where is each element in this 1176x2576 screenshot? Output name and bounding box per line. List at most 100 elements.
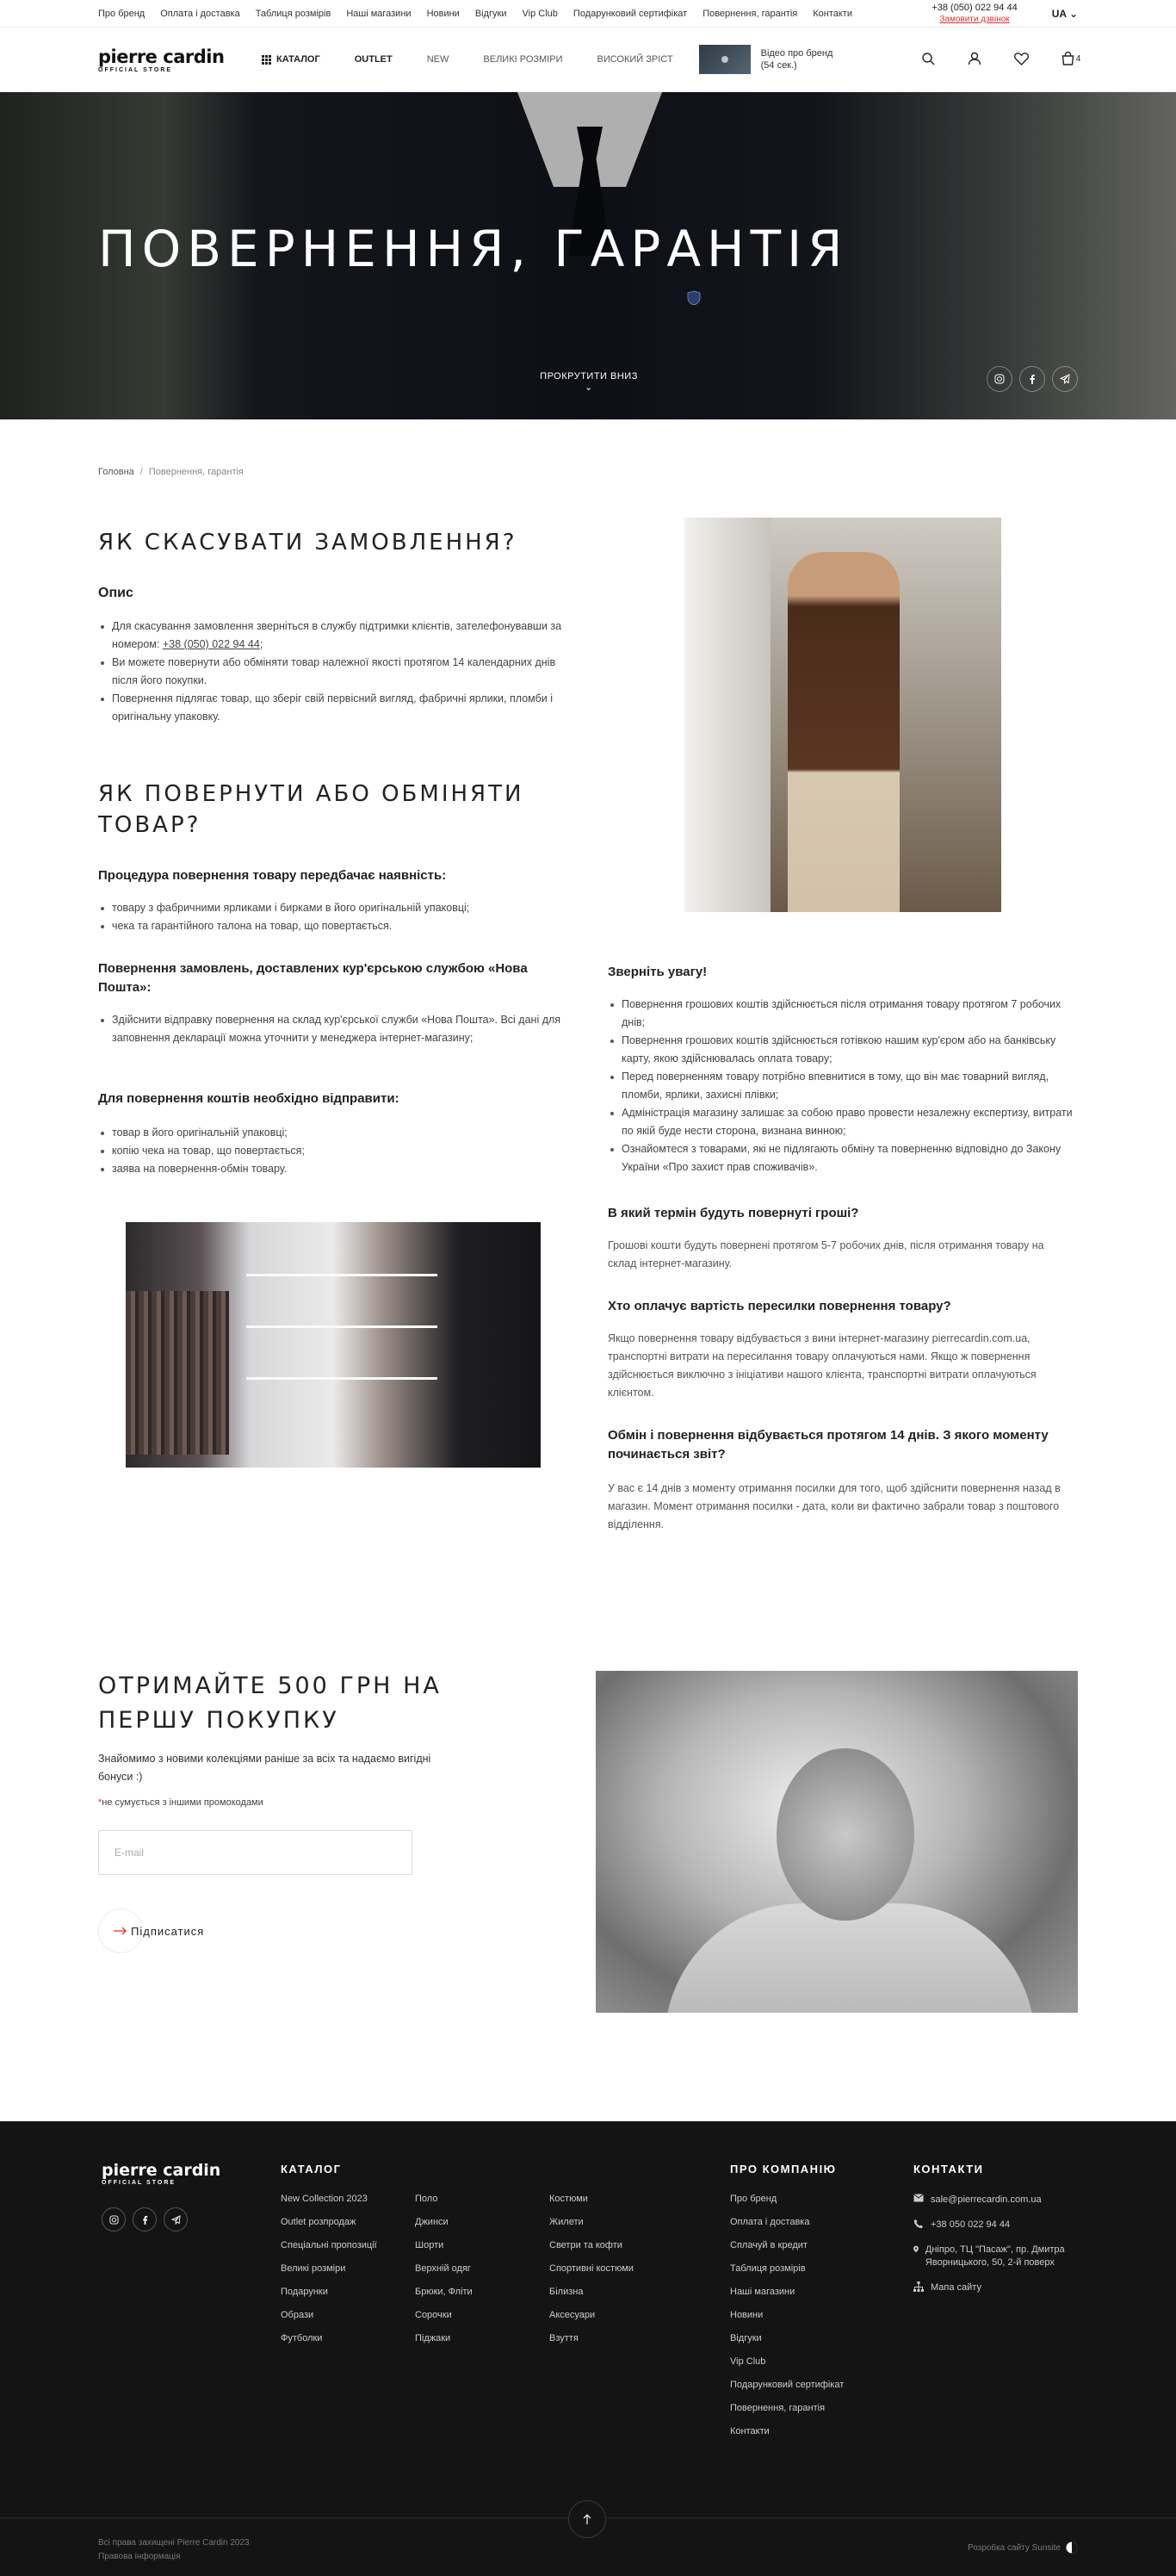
cancel-item1-end: ; (259, 638, 263, 650)
telegram-icon[interactable] (164, 2207, 188, 2231)
footer-link[interactable]: New Collection 2023 (281, 2194, 377, 2204)
logo[interactable]: pierre cardin OFFICIAL STORE (98, 47, 236, 73)
footer-link[interactable]: Відгуки (730, 2333, 844, 2343)
footer-link[interactable]: Новини (730, 2310, 844, 2320)
contact-email[interactable]: sale@pierrecardin.com.ua (931, 2194, 1042, 2207)
instagram-icon[interactable] (987, 366, 1012, 392)
photo-shelf-shape (246, 1325, 437, 1328)
heart-icon[interactable] (1012, 50, 1030, 67)
support-phone-link[interactable]: +38 (050) 022 94 44 (163, 638, 260, 650)
contact-address-row: Дніпро, ТЦ "Пасаж", пр. Дмитра Яворницьк… (913, 2244, 1086, 2269)
footer-link[interactable]: Піджаки (415, 2333, 473, 2343)
footer-link[interactable]: Сплачуй в кредит (730, 2240, 844, 2250)
top-link-payment[interactable]: Оплата і доставка (160, 9, 239, 19)
logo-main: pierre cardin (98, 46, 225, 67)
user-icon[interactable] (966, 50, 983, 67)
scroll-to-top-button[interactable] (568, 2500, 606, 2538)
footer-link[interactable]: Джинси (415, 2217, 473, 2227)
footer-link[interactable]: Подарунки (281, 2287, 377, 2297)
sitemap-link[interactable]: Мапа сайту (931, 2281, 981, 2294)
top-link-about[interactable]: Про бренд (98, 9, 145, 19)
developer-link[interactable]: Розробка сайту Sunsite (968, 2542, 1078, 2554)
header-phone[interactable]: +38 (050) 022 94 44 (932, 3, 1017, 14)
footer-copyright: Всі права захищені Pierre Cardin 2023 Пр… (98, 2536, 250, 2564)
search-icon[interactable] (919, 50, 937, 67)
footer-link[interactable]: Про бренд (730, 2194, 844, 2204)
header-icons: 4 (919, 50, 1083, 67)
footer-contacts: sale@pierrecardin.com.ua +38 050 022 94 … (913, 2194, 1086, 2294)
list-item: Адміністрація магазину залишає за собою … (608, 1104, 1086, 1140)
top-link-vip[interactable]: Vip Club (523, 9, 558, 19)
catalog-menu[interactable]: Каталог (262, 54, 320, 65)
sitemap-icon (913, 2281, 924, 2292)
newsletter-photo (596, 1671, 1078, 2013)
nav-outlet[interactable]: Outlet (355, 54, 393, 65)
footer-link[interactable]: Повернення, гарантія (730, 2403, 844, 2413)
footer-link[interactable]: Шорти (415, 2240, 473, 2250)
footer-link[interactable]: Аксесуари (549, 2310, 634, 2320)
footer-link[interactable]: Брюки, Фліти (415, 2287, 473, 2297)
footer-link[interactable]: Сорочки (415, 2310, 473, 2320)
footer-link[interactable]: Поло (415, 2194, 473, 2204)
footer-social (102, 2207, 188, 2231)
footer-catalog-col3: Костюми Жилети Светри та кофти Спортивні… (549, 2194, 634, 2343)
footer-link[interactable]: Vip Club (730, 2356, 844, 2367)
telegram-icon[interactable] (1052, 366, 1078, 392)
top-link-gift[interactable]: Подарунковий сертифікат (573, 9, 687, 19)
scroll-down-button[interactable]: ПРОКРУТИТИ ВНИЗ ⌄ (539, 371, 639, 393)
nav-big-sizes[interactable]: Великі розміри (483, 54, 562, 65)
footer-link[interactable]: Наші магазини (730, 2287, 844, 2297)
footer-link[interactable]: Костюми (549, 2194, 634, 2204)
language-switcher[interactable]: UA ⌄ (1052, 8, 1078, 20)
callback-link[interactable]: Замовити дзвінок (932, 14, 1017, 25)
facebook-icon[interactable] (133, 2207, 157, 2231)
footer-link[interactable]: Спеціальні пропозиції (281, 2240, 377, 2250)
email-field[interactable]: E-mail (98, 1830, 412, 1875)
cart-icon[interactable]: 4 (1059, 50, 1083, 67)
cancel-title: ЯК СКАСУВАТИ ЗАМОВЛЕННЯ? (98, 530, 517, 556)
footer-link[interactable]: Контакти (730, 2426, 844, 2436)
top-link-reviews[interactable]: Відгуки (475, 9, 507, 19)
top-link-sizes[interactable]: Таблиця розмірів (256, 9, 331, 19)
footer-link[interactable]: Верхній одяг (415, 2263, 473, 2274)
list-item: Ознайомтеся з товарами, які не підлягают… (608, 1140, 1086, 1176)
top-link-stores[interactable]: Наші магазини (346, 9, 411, 19)
instagram-icon[interactable] (102, 2207, 126, 2231)
footer-link[interactable]: Образи (281, 2310, 377, 2320)
newsletter-title: ОТРИМАЙТЕ 500 ГРН НА ПЕРШУ ПОКУПКУ (98, 1673, 442, 1734)
footer-logo[interactable]: pierre cardin OFFICIAL STORE (102, 2161, 220, 2186)
footer-link[interactable]: Светри та кофти (549, 2240, 634, 2250)
footer-link[interactable]: Великі розміри (281, 2263, 377, 2274)
footer-link[interactable]: Оплата і доставка (730, 2217, 844, 2227)
page: Про бренд Оплата і доставка Таблиця розм… (0, 0, 1176, 2576)
footer-link[interactable]: Жилети (549, 2217, 634, 2227)
facebook-icon[interactable] (1019, 366, 1045, 392)
top-link-contacts[interactable]: Контакти (813, 9, 852, 19)
footer-link[interactable]: Outlet розпродаж (281, 2217, 377, 2227)
subscribe-button[interactable]: Підписатися (98, 1909, 205, 1953)
contact-phone[interactable]: +38 050 022 94 44 (931, 2219, 1010, 2231)
footer-company-title: ПРО КОМПАНІЮ (730, 2163, 837, 2176)
phone-icon (913, 2219, 923, 2229)
footer-link[interactable]: Спортивні костюми (549, 2263, 634, 2274)
legal-info-link[interactable]: Правова інформація (98, 2552, 181, 2561)
photo-rack-shape (126, 1291, 229, 1455)
nav-tall[interactable]: Високий зріст (597, 54, 672, 65)
video-title: Відео про бренд (760, 48, 833, 59)
breadcrumb-home[interactable]: Головна (98, 467, 134, 477)
footer-link[interactable]: Білизна (549, 2287, 634, 2297)
logo-sub: OFFICIAL STORE (98, 66, 173, 73)
top-link-returns[interactable]: Повернення, гарантія (703, 9, 797, 19)
contact-address: Дніпро, ТЦ "Пасаж", пр. Дмитра Яворницьк… (925, 2244, 1065, 2268)
footer-link[interactable]: Подарунковий сертифікат (730, 2380, 844, 2390)
main-nav: Каталог Outlet New Великі розміри Високи… (262, 54, 673, 65)
phone-block: +38 (050) 022 94 44 Замовити дзвінок (932, 3, 1017, 25)
brand-video[interactable]: Відео про бренд (54 сек.) (698, 45, 833, 74)
footer-link[interactable]: Таблиця розмірів (730, 2263, 844, 2274)
footer-link[interactable]: Футболки (281, 2333, 377, 2343)
nav-new[interactable]: New (427, 54, 449, 65)
footer-link[interactable]: Взуття (549, 2333, 634, 2343)
top-nav: Про бренд Оплата і доставка Таблиця розм… (98, 9, 852, 19)
page-title: ПОВЕРНЕННЯ, ГАРАНТІЯ (98, 220, 849, 278)
top-link-news[interactable]: Новини (427, 9, 460, 19)
